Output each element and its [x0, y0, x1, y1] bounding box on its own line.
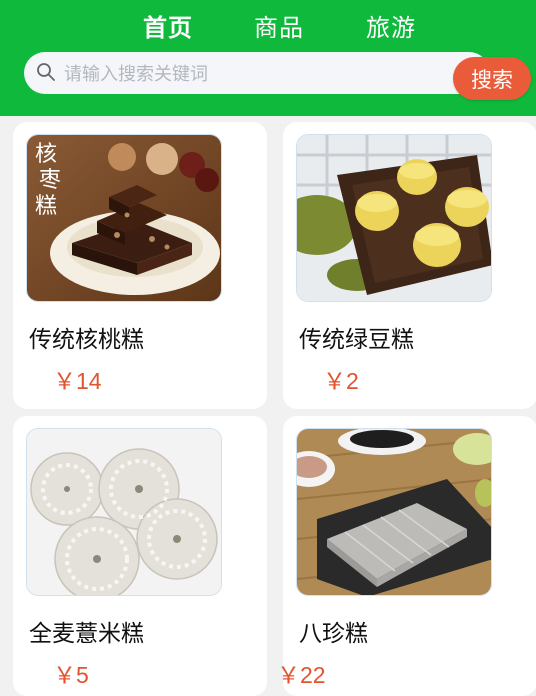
- tab-home[interactable]: 首页: [143, 8, 193, 43]
- search-button[interactable]: 搜索: [453, 57, 531, 100]
- product-price: ￥2: [323, 368, 359, 394]
- product-image[interactable]: [296, 134, 492, 302]
- product-price: ￥22: [277, 662, 326, 688]
- product-price: ￥14: [53, 368, 102, 394]
- product-name[interactable]: 全麦薏米糕: [29, 614, 144, 648]
- product-card[interactable]: 传统绿豆糕 ￥2: [283, 122, 536, 409]
- product-card[interactable]: 八珍糕 ￥22: [277, 416, 536, 696]
- search-icon: [37, 63, 55, 81]
- product-name[interactable]: 传统绿豆糕: [299, 320, 414, 354]
- search-input[interactable]: [62, 52, 466, 96]
- product-image[interactable]: 核 枣 糕: [26, 134, 222, 302]
- product-price: ￥5: [53, 662, 89, 688]
- product-name[interactable]: 八珍糕: [299, 614, 368, 648]
- product-card[interactable]: 核 枣 糕 传统核桃糕 ￥14: [13, 122, 267, 409]
- top-header: 首页 商品 旅游 搜索: [0, 0, 536, 116]
- caption-char-3: 糕: [35, 194, 57, 219]
- caption-char-1: 核: [35, 142, 57, 167]
- product-name[interactable]: 传统核桃糕: [29, 320, 144, 354]
- product-card[interactable]: 全麦薏米糕 ￥5: [13, 416, 267, 696]
- product-image[interactable]: [296, 428, 492, 596]
- caption-char-2: 枣: [39, 168, 61, 193]
- search-bar: [24, 52, 490, 96]
- product-image[interactable]: [26, 428, 222, 596]
- tab-products[interactable]: 商品: [254, 8, 304, 43]
- tab-travel[interactable]: 旅游: [366, 8, 416, 43]
